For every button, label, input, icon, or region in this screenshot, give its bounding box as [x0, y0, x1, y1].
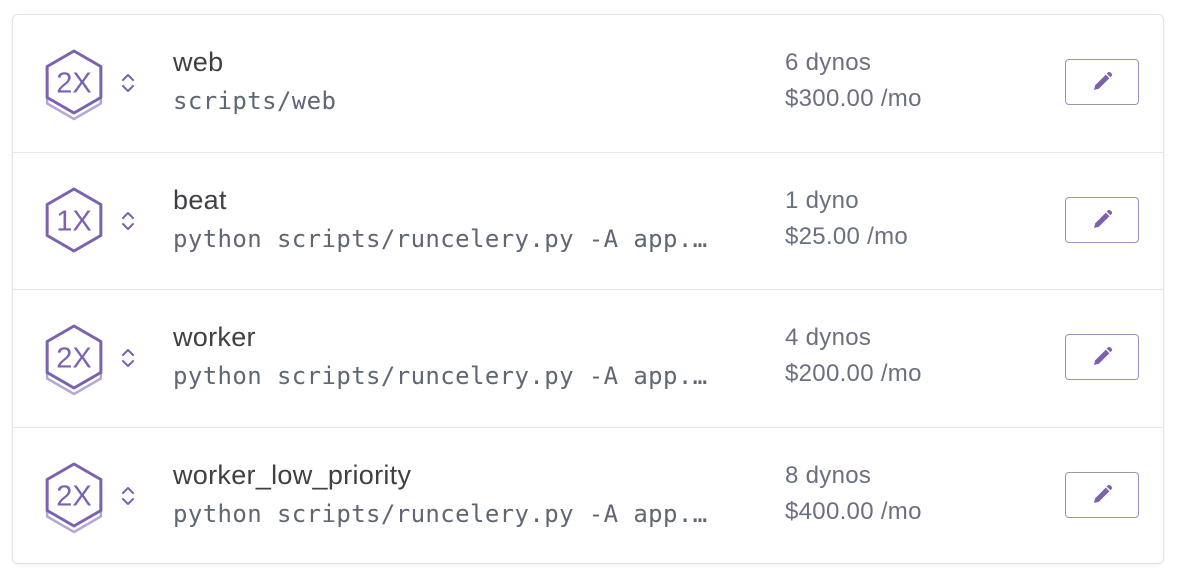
size-selector-chevron-icon[interactable] — [120, 208, 136, 234]
pencil-icon — [1094, 346, 1113, 365]
process-command: python scripts/runcelery.py -A app.… — [173, 224, 708, 253]
process-command: python scripts/runcelery.py -A app.… — [173, 362, 708, 390]
process-name: web — [173, 47, 224, 77]
pencil-icon — [1094, 71, 1113, 90]
dyno-count: 8 dynos — [785, 461, 872, 489]
process-name: worker_low_priority — [173, 459, 412, 490]
formation-panel: 2X web scripts/web 6 dynos $300.00 /mo 1… — [12, 14, 1164, 564]
process-command: python scripts/runcelery.py -A app.… — [173, 499, 708, 528]
process-row: 2X web scripts/web 6 dynos $300.00 /mo — [13, 15, 1163, 153]
edit-button[interactable] — [1065, 59, 1139, 105]
dyno-size-badge: 1X — [39, 185, 109, 265]
size-selector-chevron-icon[interactable] — [120, 483, 136, 509]
process-row: 1X beat python scripts/runcelery.py -A a… — [13, 153, 1163, 290]
pencil-icon — [1094, 209, 1113, 228]
monthly-price: $25.00 /mo — [785, 222, 909, 250]
process-row: 2X worker_low_priority python scripts/ru… — [13, 428, 1163, 566]
monthly-price: $300.00 /mo — [785, 85, 922, 112]
process-row: 2X worker python scripts/runcelery.py -A… — [13, 290, 1163, 428]
edit-button[interactable] — [1065, 196, 1139, 243]
dyno-size-label: 2X — [56, 343, 91, 375]
edit-button[interactable] — [1065, 334, 1139, 380]
size-selector-chevron-icon[interactable] — [120, 70, 136, 96]
dyno-size-badge: 2X — [39, 460, 109, 540]
dyno-count: 4 dynos — [785, 324, 872, 351]
dyno-size-label: 1X — [56, 205, 91, 237]
dyno-size-label: 2X — [56, 68, 91, 100]
dyno-count: 1 dyno — [785, 186, 859, 214]
monthly-price: $200.00 /mo — [785, 360, 922, 387]
dyno-size-badge: 2X — [39, 47, 109, 127]
process-command: scripts/web — [173, 87, 337, 115]
monthly-price: $400.00 /mo — [785, 497, 922, 525]
process-name: beat — [173, 184, 227, 215]
pencil-icon — [1094, 484, 1113, 503]
dyno-size-badge: 2X — [39, 322, 109, 402]
dyno-size-label: 2X — [56, 480, 91, 512]
process-name: worker — [173, 322, 256, 352]
edit-button[interactable] — [1065, 471, 1139, 518]
dyno-count: 6 dynos — [785, 49, 872, 76]
size-selector-chevron-icon[interactable] — [120, 345, 136, 371]
